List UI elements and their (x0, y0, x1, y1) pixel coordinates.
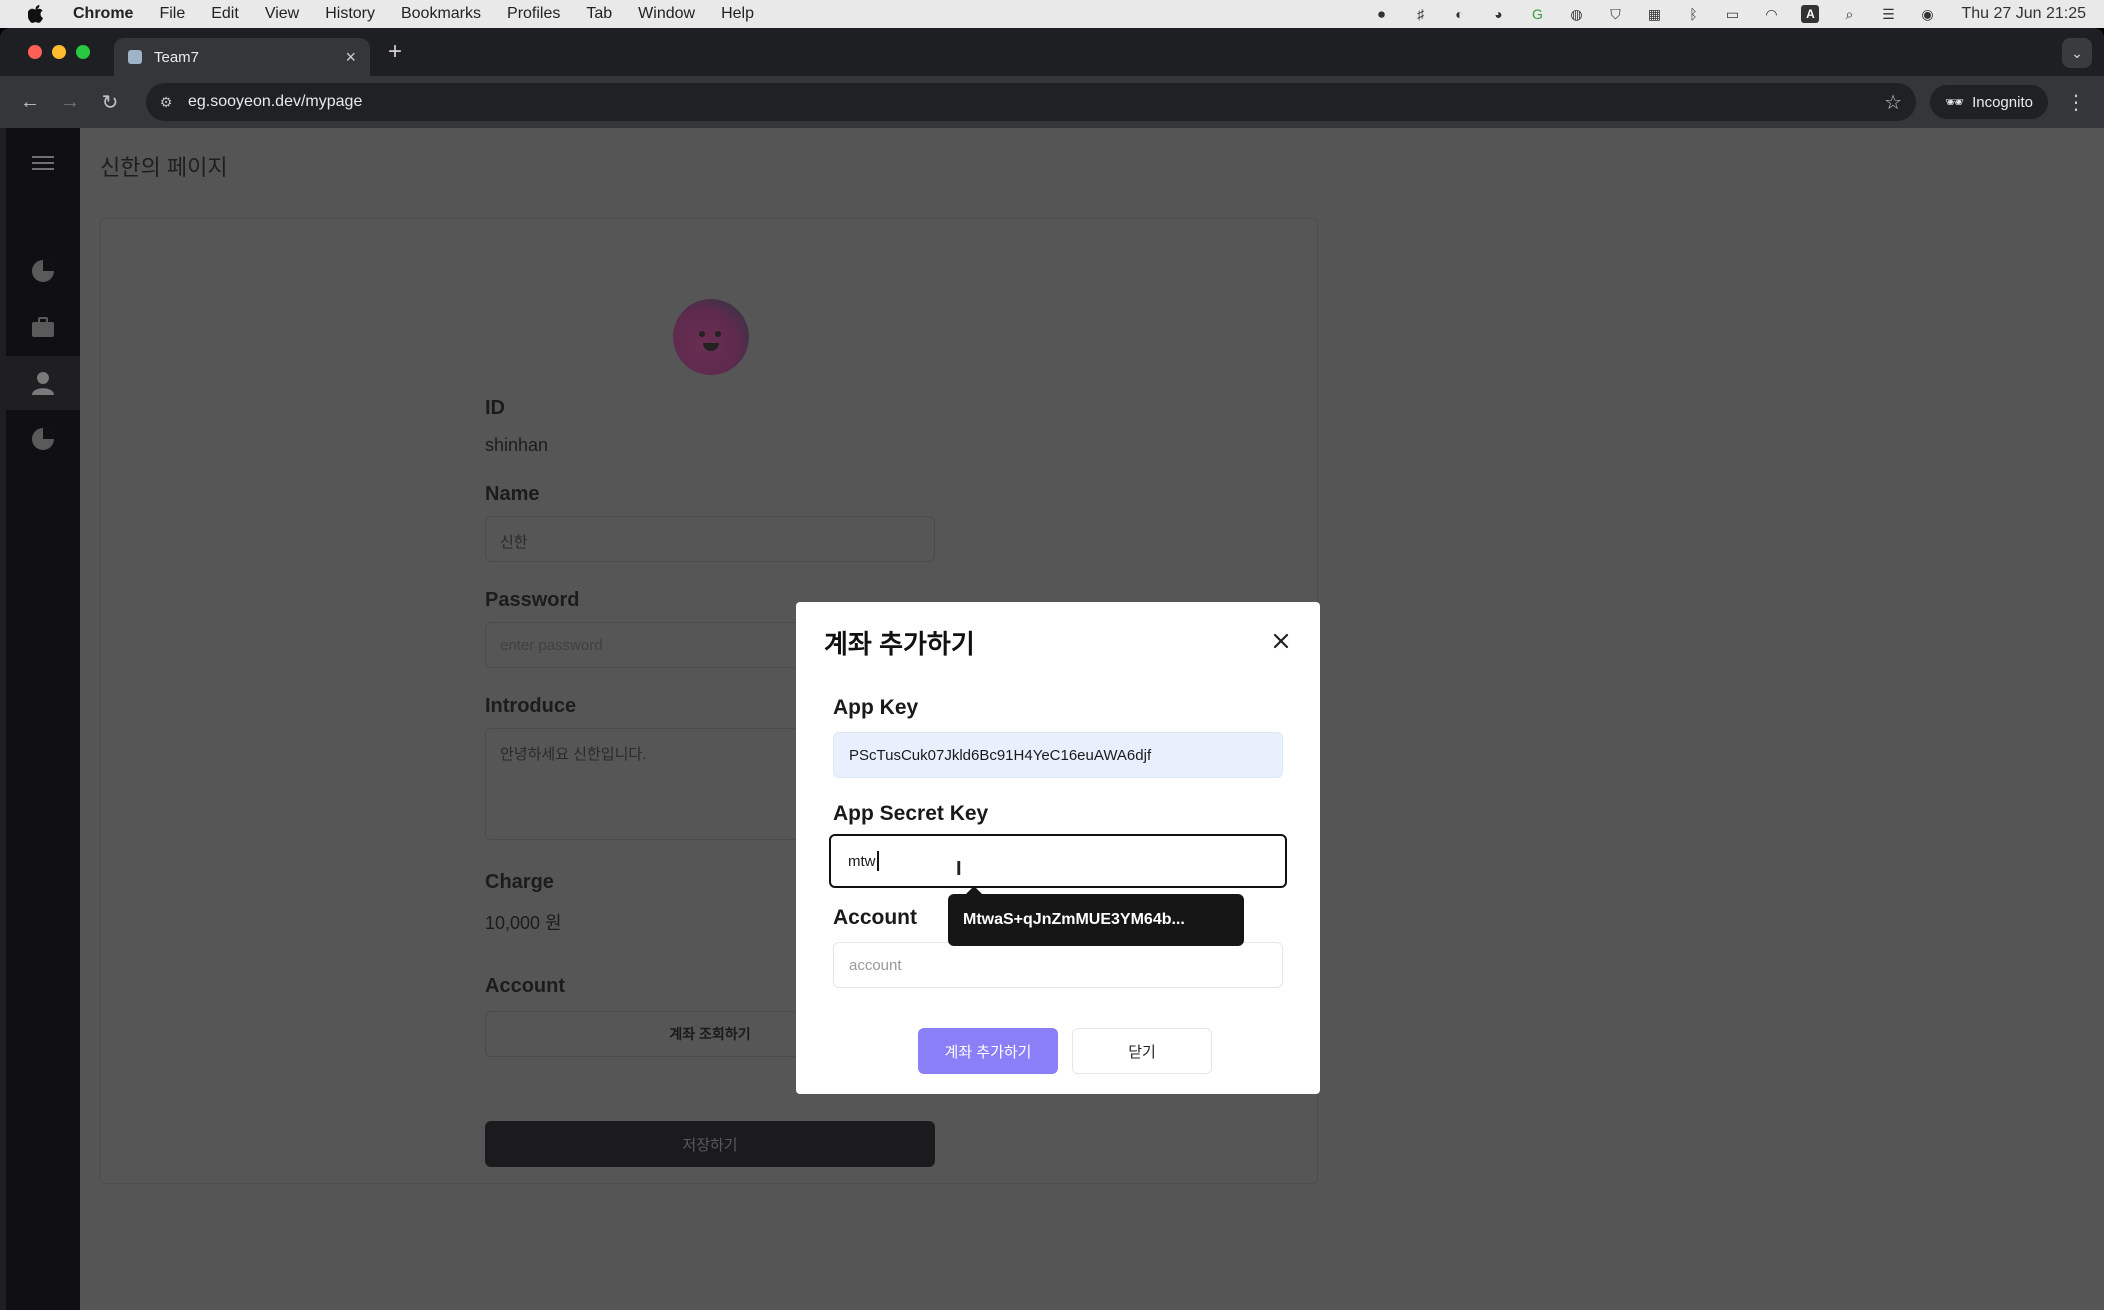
chart-pie-icon[interactable] (6, 412, 80, 466)
autocomplete-suggestion[interactable]: MtwaS+qJnZmMUE3YM64b... (948, 886, 1244, 946)
close-button[interactable]: 닫기 (1072, 1028, 1212, 1074)
bluetooth-icon[interactable]: ᛒ (1684, 5, 1702, 23)
password-label: Password (485, 589, 580, 611)
status-app-icon[interactable]: ◕ (1489, 5, 1507, 23)
forward-arrow-icon[interactable]: → (50, 82, 90, 122)
add-account-modal: 계좌 추가하기 App Key PScTusCuk07Jkld6Bc91H4Ye… (796, 602, 1320, 1094)
menubar-clock[interactable]: Thu 27 Jun 21:25 (1961, 5, 2086, 23)
menu-window[interactable]: Window (638, 5, 695, 23)
account-field-label: Account (833, 906, 917, 929)
menu-help[interactable]: Help (721, 5, 754, 23)
back-arrow-icon[interactable]: ← (10, 82, 50, 122)
browser-tab[interactable]: Team7 × (114, 38, 370, 76)
chrome-menu-icon[interactable]: ⋮ (2066, 90, 2086, 115)
close-icon[interactable] (1268, 628, 1294, 654)
app-secret-key-label: App Secret Key (833, 802, 989, 825)
menu-tab[interactable]: Tab (586, 5, 612, 23)
page-title: 신한의 페이지 (100, 155, 228, 180)
name-label: Name (485, 483, 540, 505)
app-key-input[interactable]: PScTusCuk07Jkld6Bc91H4YeC16euAWA6djf (833, 732, 1283, 778)
reload-icon[interactable]: ↻ (90, 82, 130, 122)
app-key-label: App Key (833, 696, 919, 719)
incognito-icon: 🕶 (1945, 94, 1965, 111)
wifi-icon[interactable]: ◠ (1762, 5, 1780, 23)
add-account-button[interactable]: 계좌 추가하기 (918, 1028, 1058, 1074)
user-icon (32, 372, 54, 395)
account-input[interactable]: account (833, 942, 1283, 988)
menu-history[interactable]: History (325, 5, 375, 23)
name-input[interactable]: 신한 (485, 516, 935, 562)
id-label: ID (485, 397, 505, 419)
incognito-label: Incognito (1972, 93, 2033, 111)
menu-file[interactable]: File (159, 5, 185, 23)
window-controls (28, 45, 90, 59)
menu-app-name[interactable]: Chrome (73, 5, 133, 23)
site-info-icon[interactable]: ⚙ (150, 86, 182, 118)
text-cursor-icon: I (956, 858, 962, 880)
address-bar[interactable]: ⚙ eg.sooyeon.dev/mypage ☆ (146, 83, 1916, 121)
text-caret (876, 851, 879, 871)
sidebar-item-mypage[interactable] (6, 356, 80, 410)
new-tab-plus-icon[interactable]: + (388, 38, 402, 66)
status-app-icon[interactable]: ◐ (1450, 5, 1468, 23)
minimize-window-button[interactable] (52, 45, 66, 59)
layout-icon[interactable]: ▦ (1645, 5, 1663, 23)
menu-edit[interactable]: Edit (211, 5, 239, 23)
browser-window: Team7 × + ⌄ ← → ↻ ⚙ eg.sooyeon.dev/mypag… (0, 28, 2104, 1310)
modal-title: 계좌 추가하기 (824, 629, 975, 659)
tab-strip: Team7 × + ⌄ (0, 28, 2104, 76)
avatar[interactable] (673, 299, 749, 375)
app-sidebar (6, 128, 80, 1310)
zoom-window-button[interactable] (76, 45, 90, 59)
app-secret-key-value: mtw (848, 852, 876, 870)
tab-search-chevron-icon[interactable]: ⌄ (2062, 38, 2092, 68)
spotlight-search-icon[interactable]: ⌕ (1840, 5, 1858, 23)
tab-close-icon[interactable]: × (345, 47, 356, 68)
page-viewport: 신한의 페이지 ID shinhan Name 신한 Password ente… (6, 128, 2104, 1310)
id-value: shinhan (485, 435, 549, 455)
record-icon[interactable]: ⏺ (1372, 5, 1390, 23)
bookmark-star-icon[interactable]: ☆ (1884, 90, 1902, 115)
macos-menu-bar: Chrome File Edit View History Bookmarks … (0, 0, 2104, 28)
introduce-label: Introduce (485, 695, 577, 717)
app-secret-key-input[interactable]: mtw (829, 834, 1287, 888)
hamburger-menu-icon[interactable] (6, 136, 80, 190)
close-window-button[interactable] (28, 45, 42, 59)
charge-label: Charge (485, 871, 554, 893)
menu-bookmarks[interactable]: Bookmarks (401, 5, 481, 23)
input-source-icon[interactable]: A (1801, 5, 1820, 23)
control-center-icon[interactable]: ☰ (1879, 5, 1897, 23)
siri-icon[interactable]: ◉ (1918, 5, 1936, 23)
menu-profiles[interactable]: Profiles (507, 5, 560, 23)
apple-icon[interactable] (26, 4, 46, 24)
browser-toolbar: ← → ↻ ⚙ eg.sooyeon.dev/mypage ☆ 🕶 Incogn… (0, 76, 2104, 128)
url-text[interactable]: eg.sooyeon.dev/mypage (188, 93, 362, 111)
briefcase-icon[interactable] (6, 300, 80, 354)
tab-title: Team7 (154, 48, 200, 66)
tab-favicon-icon (128, 50, 142, 64)
dashboard-pie-icon[interactable] (6, 244, 80, 298)
save-button[interactable]: 저장하기 (485, 1121, 935, 1167)
menu-view[interactable]: View (265, 5, 299, 23)
battery-icon[interactable]: ▭ (1723, 5, 1741, 23)
account-label: Account (485, 975, 565, 997)
figma-icon[interactable]: ♯ (1411, 5, 1429, 23)
grammarly-icon[interactable]: G (1528, 5, 1546, 23)
vpn-icon[interactable]: ⛉ (1606, 5, 1624, 23)
charge-value: 10,000 원 (485, 913, 562, 933)
status-app-icon[interactable]: ◍ (1567, 5, 1585, 23)
incognito-badge[interactable]: 🕶 Incognito (1930, 85, 2048, 119)
